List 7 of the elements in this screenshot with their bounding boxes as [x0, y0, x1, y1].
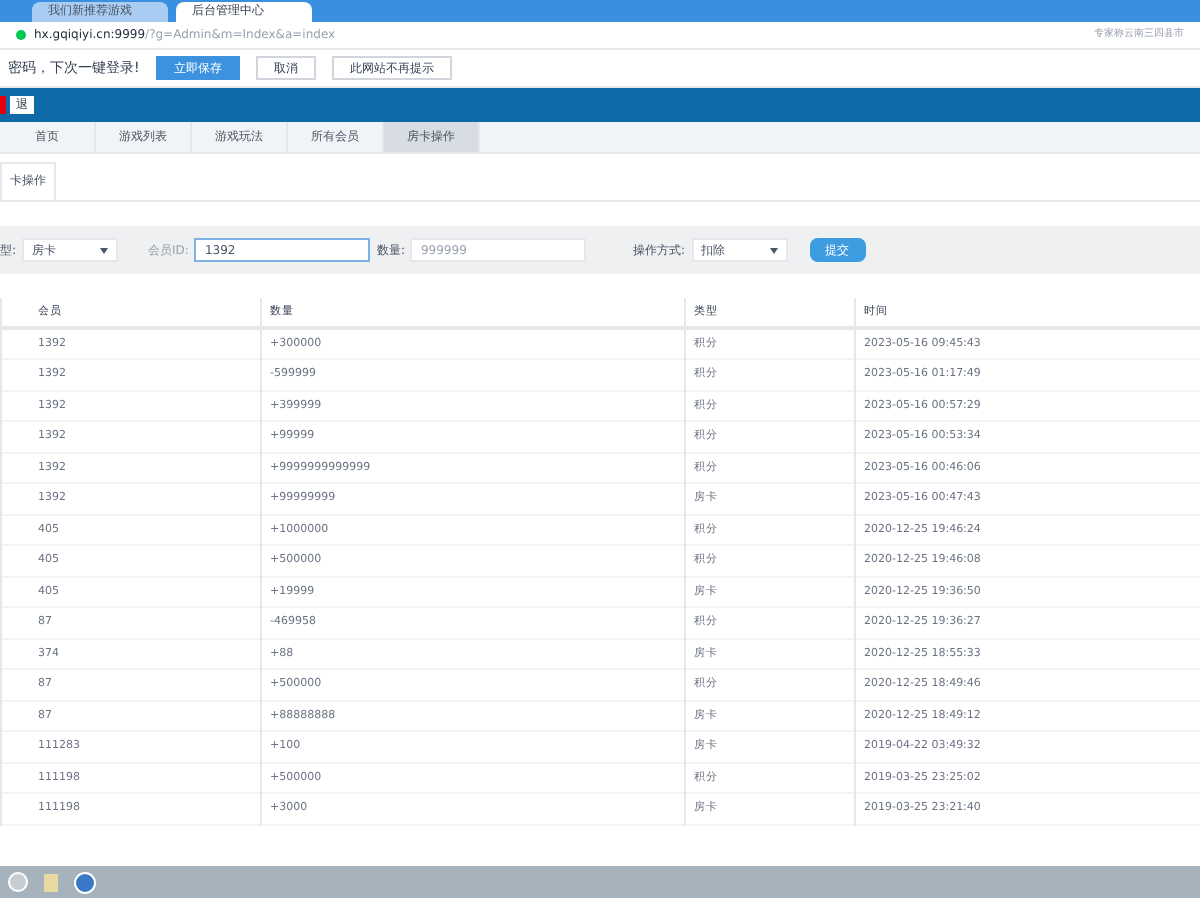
folder-icon[interactable]: [44, 873, 58, 891]
browser-icon[interactable]: [74, 871, 96, 893]
start-icon[interactable]: [8, 872, 28, 892]
caret-icon: [769, 247, 778, 253]
caret-icon: [100, 247, 109, 253]
secure-icon: [16, 30, 26, 40]
flag-icon: [0, 96, 6, 114]
